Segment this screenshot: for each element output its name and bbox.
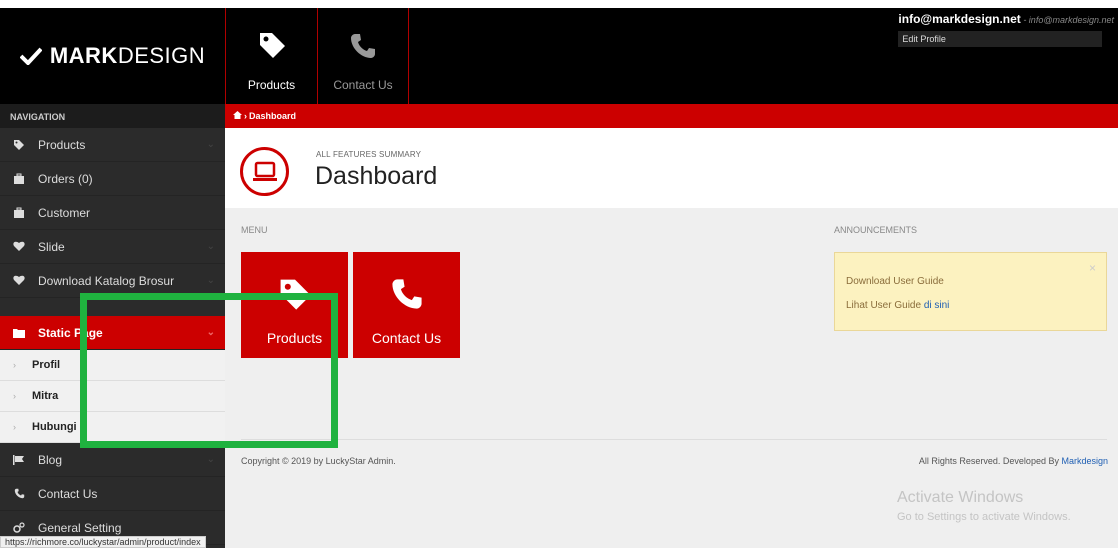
chevron-right-icon: › [13, 360, 16, 370]
sidebar-item-label: Download Katalog Brosur [38, 273, 175, 288]
chevron-right-icon: › [13, 422, 16, 432]
chevron-down-icon: ⌄ [206, 454, 215, 465]
sidebar-item-label: Contact Us [38, 486, 98, 501]
sidebar-item-products[interactable]: Products ⌄ [0, 128, 225, 162]
sidebar: NAVIGATION Products ⌄ Orders (0) Custome… [0, 104, 225, 548]
briefcase-icon [12, 173, 26, 185]
phone-icon [351, 34, 375, 58]
tile-contact-us[interactable]: Contact Us [353, 252, 460, 358]
flag-icon [12, 454, 26, 465]
sidebar-subitem-label: Profil [32, 359, 61, 371]
sidebar-item-label: General Setting [38, 520, 122, 535]
breadcrumb-separator: › [244, 111, 247, 121]
tag-icon [259, 33, 285, 58]
heart-icon [12, 241, 26, 252]
breadcrumb: › Dashboard [225, 104, 1118, 128]
sidebar-item-label: Slide [38, 239, 65, 254]
sidebar-item-contact-us[interactable]: Contact Us [0, 477, 225, 511]
topnav-products[interactable]: Products [225, 8, 317, 104]
sidebar-subitem-profil[interactable]: › Profil [0, 350, 225, 381]
footer-rights: All Rights Reserved. Developed By Markde… [919, 456, 1108, 466]
briefcase-icon [12, 207, 26, 219]
chevron-down-icon: ⌄ [206, 275, 215, 286]
footer-copyright: Copyright © 2019 by LuckyStar Admin. [241, 456, 396, 466]
activate-windows-subtitle: Go to Settings to activate Windows. [897, 511, 1071, 523]
announcements-section-label: ANNOUNCEMENTS [834, 225, 918, 235]
chevron-down-icon: ⌄ [206, 327, 215, 338]
sidebar-item-static-page[interactable]: Static Page ⌄ [0, 316, 225, 350]
page-header: ALL FEATURES SUMMARY Dashboard [225, 128, 1118, 208]
topnav-contact-label: Contact Us [333, 78, 393, 92]
phone-icon [12, 488, 26, 499]
phone-icon [390, 276, 424, 312]
sidebar-subitem-label: Mitra [32, 390, 59, 402]
home-icon[interactable] [233, 111, 242, 121]
page-subtitle: ALL FEATURES SUMMARY [316, 150, 422, 159]
sidebar-item-slide[interactable]: Slide ⌄ [0, 230, 225, 264]
sidebar-item-customer[interactable]: Customer [0, 196, 225, 230]
sidebar-gap [0, 298, 225, 316]
user-box: info@markdesign.net - info@markdesign.ne… [898, 10, 1114, 47]
folder-icon [12, 328, 26, 338]
checkmark-logo-icon [19, 47, 42, 65]
chevron-down-icon: ⌄ [206, 139, 215, 150]
announcement-line2-text: Lihat User Guide [846, 300, 924, 311]
menu-section-label: MENU [241, 225, 268, 235]
breadcrumb-current[interactable]: Dashboard [249, 111, 296, 121]
footer-divider [241, 439, 1107, 440]
logo[interactable]: MARK DESIGN [0, 8, 225, 104]
sidebar-item-label: Blog [38, 452, 63, 467]
footer-rights-text: All Rights Reserved. Developed By [918, 456, 1062, 466]
sidebar-item-label: Customer [38, 205, 91, 220]
cogs-icon [12, 521, 26, 534]
announcement-line2: Lihat User Guide di sini [846, 300, 949, 311]
tile-products-label: Products [266, 330, 323, 346]
top-strip [0, 0, 1118, 8]
sidebar-item-label: Static Page [38, 325, 103, 340]
edit-profile-link[interactable]: Edit Profile [898, 31, 1103, 47]
top-nav: Products Contact Us [225, 8, 409, 104]
announcement-box: × Download User Guide Lihat User Guide d… [834, 252, 1107, 331]
nav-title: NAVIGATION [0, 104, 225, 128]
chevron-right-icon: › [13, 391, 16, 401]
sidebar-subitem-mitra[interactable]: › Mitra [0, 381, 225, 412]
laptop-icon [240, 147, 289, 196]
tile-products[interactable]: Products [241, 252, 348, 358]
sidebar-subitem-hubungi[interactable]: › Hubungi [0, 412, 225, 443]
markdesign-link[interactable]: Markdesign [1061, 456, 1108, 466]
heart-icon [12, 275, 26, 286]
page-title: Dashboard [315, 162, 438, 190]
sidebar-subitem-label: Hubungi [32, 421, 77, 433]
activate-windows-title: Activate Windows [897, 489, 1024, 506]
tag-icon [12, 139, 26, 151]
topnav-products-label: Products [247, 78, 296, 92]
close-icon[interactable]: × [1089, 261, 1096, 275]
tag-icon [277, 276, 313, 312]
sidebar-item-orders[interactable]: Orders (0) [0, 162, 225, 196]
user-guide-link[interactable]: di sini [924, 300, 950, 311]
user-email-sub: - info@markdesign.net [1020, 15, 1114, 25]
browser-status-url: https://richmore.co/luckystar/admin/prod… [0, 536, 206, 548]
logo-strong: MARK [49, 43, 118, 68]
user-email[interactable]: info@markdesign.net [898, 12, 1020, 26]
topnav-contact[interactable]: Contact Us [317, 8, 409, 104]
announcement-line1: Download User Guide [846, 276, 944, 287]
sidebar-item-label: Products [38, 137, 86, 152]
sidebar-item-blog[interactable]: Blog ⌄ [0, 443, 225, 477]
chevron-down-icon: ⌄ [206, 241, 215, 252]
sidebar-item-download-katalog[interactable]: Download Katalog Brosur ⌄ [0, 264, 225, 298]
logo-light: DESIGN [117, 43, 206, 68]
header: MARK DESIGN Products Contact Us info@mark… [0, 8, 1118, 104]
tile-contact-us-label: Contact Us [371, 330, 442, 346]
sidebar-item-label: Orders (0) [38, 171, 93, 186]
